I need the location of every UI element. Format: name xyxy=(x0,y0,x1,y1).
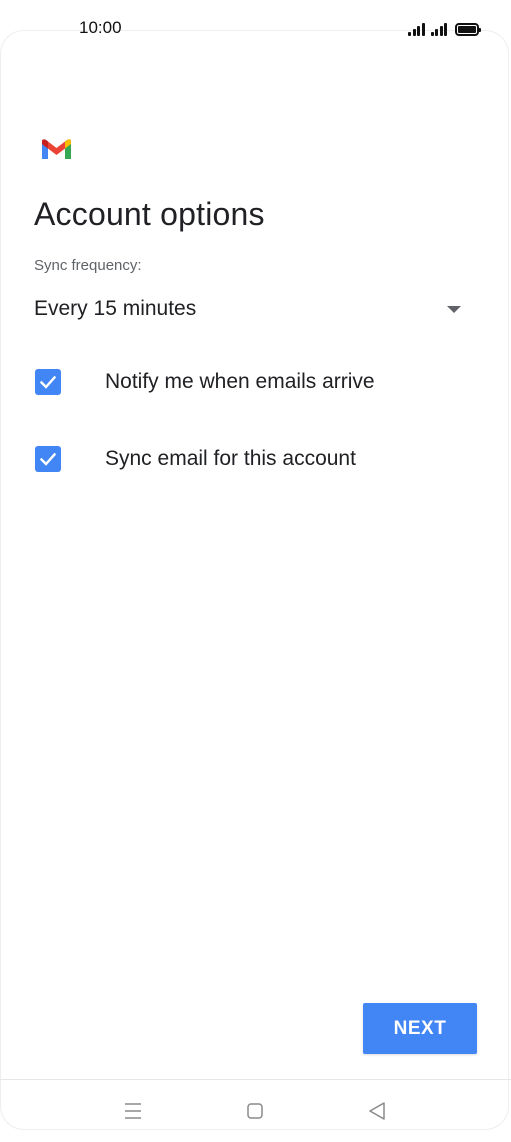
notify-checkbox[interactable] xyxy=(35,369,61,395)
sync-email-option-label: Sync email for this account xyxy=(105,447,356,470)
status-time: 10:00 xyxy=(79,18,122,37)
sync-frequency-value: Every 15 minutes xyxy=(34,297,197,320)
notify-option-label: Notify me when emails arrive xyxy=(105,370,375,393)
checkmark-icon xyxy=(39,375,57,389)
screen: 10:00 Account options Sync frequency: Ev… xyxy=(0,0,511,1142)
back-icon[interactable] xyxy=(357,1096,397,1126)
screen-frame xyxy=(0,30,509,1130)
menu-icon[interactable] xyxy=(113,1096,153,1126)
status-bar: 10:00 xyxy=(0,0,511,56)
battery-icon xyxy=(455,23,481,36)
signal-icon xyxy=(408,22,425,36)
notify-option-row[interactable]: Notify me when emails arrive xyxy=(34,362,474,402)
gmail-logo-icon xyxy=(42,139,71,159)
dropdown-arrow-icon xyxy=(447,306,461,313)
checkmark-icon xyxy=(39,452,57,466)
next-button[interactable]: NEXT xyxy=(363,1003,477,1054)
status-icons xyxy=(408,20,481,36)
sync-frequency-label: Sync frequency: xyxy=(34,257,142,274)
sync-email-checkbox[interactable] xyxy=(35,446,61,472)
home-icon[interactable] xyxy=(235,1096,275,1126)
sync-email-option-row[interactable]: Sync email for this account xyxy=(34,439,474,479)
navigation-bar xyxy=(0,1080,511,1142)
sync-frequency-dropdown[interactable]: Every 15 minutes xyxy=(34,292,474,328)
signal-icon xyxy=(430,22,447,36)
page-title: Account options xyxy=(34,196,265,232)
